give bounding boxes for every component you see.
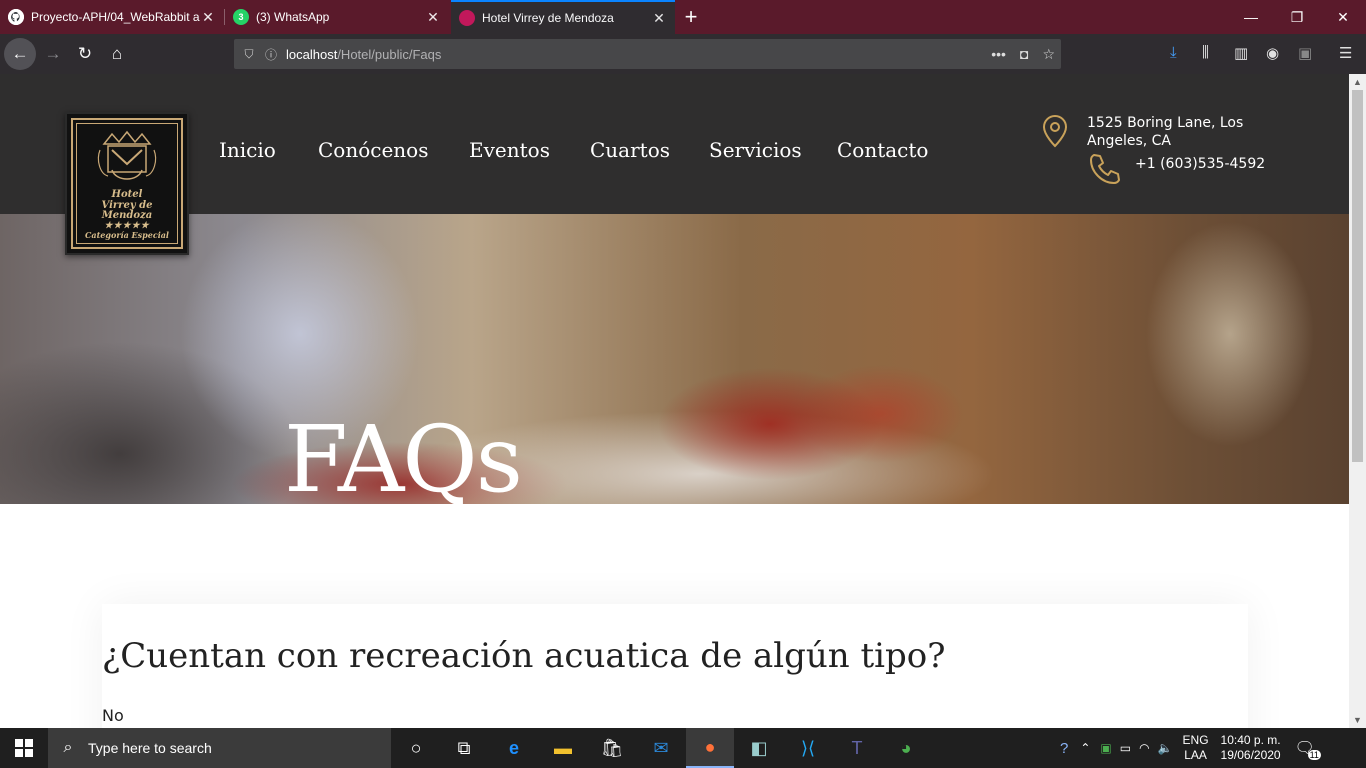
clock[interactable]: 10:40 p. m. 19/06/2020 [1221,733,1281,763]
url-path: /Hotel/public/Faqs [337,46,442,62]
hotel-logo[interactable]: Hotel Virrey de Mendoza ★★★★★ Categoría … [65,112,189,255]
faq-answer: No [102,706,124,725]
volume-icon[interactable]: 🔈 [1158,741,1173,755]
clock-time: 10:40 p. m. [1220,733,1281,747]
tab-title: Proyecto-APH/04_WebRabbit a [31,10,200,24]
forward-arrow-icon[interactable]: → [37,38,69,70]
help-icon[interactable]: ? [1060,740,1068,757]
hero-banner: FAQs [0,214,1349,504]
menu-cuartos[interactable]: Cuartos [590,138,670,162]
chevron-up-icon[interactable]: ⌃ [1080,741,1090,755]
back-arrow-icon[interactable]: ← [4,38,36,70]
reload-icon[interactable]: ↻ [69,38,101,70]
bookmark-star-icon[interactable]: ☆ [1042,46,1055,63]
search-icon: ⌕ [63,739,73,756]
firefox-icon[interactable]: ● [686,728,734,768]
logo-line-2: Virrey de Mendoza [101,199,153,221]
tab-hotel[interactable]: Hotel Virrey de Mendoza ✕ [451,0,675,34]
close-window-icon[interactable]: ✕ [1320,0,1366,34]
scroll-down-icon[interactable]: ▼ [1349,712,1366,728]
store-icon[interactable]: 🛍 [588,728,636,768]
browser-tab-bar: Proyecto-APH/04_WebRabbit a ✕ 3 (3) What… [0,0,1366,34]
windows-start-icon[interactable] [0,728,48,768]
page-viewport: Inicio Conócenos Eventos Cuartos Servici… [0,74,1349,728]
menu-contacto[interactable]: Contacto [837,138,928,162]
info-icon[interactable]: ⓘ [260,46,282,63]
file-explorer-icon[interactable]: ▬ [539,728,587,768]
teams-icon[interactable]: T [833,728,881,768]
pocket-icon[interactable]: ◘ [1020,46,1028,62]
menu-servicios[interactable]: Servicios [709,138,802,162]
tab-github[interactable]: Proyecto-APH/04_WebRabbit a ✕ [0,0,224,34]
close-tab-icon[interactable]: ✕ [651,10,667,27]
page-scrollbar[interactable]: ▲ ▼ [1349,74,1366,728]
wifi-icon[interactable]: ◠ [1139,741,1149,755]
extension-icon[interactable]: ▣ [1298,44,1312,62]
close-tab-icon[interactable]: ✕ [425,9,441,26]
hotel-favicon [459,10,475,26]
shield-icon[interactable]: ⛉ [238,47,260,62]
faq-question: ¿Cuentan con recreación acuatica de algú… [102,636,946,676]
clock-date: 19/06/2020 [1220,748,1281,762]
menu-eventos[interactable]: Eventos [469,138,550,162]
menu-inicio[interactable]: Inicio [219,138,276,162]
tab-whatsapp[interactable]: 3 (3) WhatsApp ✕ [225,0,449,34]
home-icon[interactable]: ⌂ [101,38,133,70]
url-bar[interactable]: ⛉ ⓘ localhost/Hotel/public/Faqs ••• ◘ ☆ [234,39,1061,69]
restore-icon[interactable]: ❐ [1274,0,1320,34]
search-placeholder: Type here to search [88,740,212,756]
account-icon[interactable]: ◉ [1266,44,1279,62]
download-icon[interactable]: ⤓ [1170,44,1177,61]
page-title: FAQs [284,406,523,505]
scrollbar-thumb[interactable] [1352,90,1363,462]
new-tab-button[interactable]: + [677,0,705,34]
notification-count: 11 [1307,750,1321,760]
url-host: localhost [286,46,338,62]
notifications-icon[interactable]: 🗨 11 [1295,738,1321,760]
location-pin-icon [1041,114,1069,153]
crown-shield-icon [97,130,157,180]
taskbar-search-box[interactable]: ⌕ Type here to search [48,728,391,768]
cortana-icon[interactable]: ○ [392,728,440,768]
sidebar-icon[interactable]: ▥ [1234,44,1248,62]
language-bottom: LAA [1184,748,1207,762]
phone-icon [1088,152,1122,191]
tab-title: (3) WhatsApp [256,10,330,24]
vscode-icon[interactable]: ⟩⟨ [784,728,832,768]
phone-number: +1 (603)535-4592 [1135,156,1266,172]
system-tray: ? ⌃ ▣ ▭ ◠ 🔈 ENG LAA 10:40 p. m. 19/06/20… [1060,728,1321,768]
language-top: ENG [1182,733,1209,747]
site-header: Inicio Conócenos Eventos Cuartos Servici… [0,74,1349,214]
minimize-icon[interactable]: — [1228,0,1274,34]
close-tab-icon[interactable]: ✕ [200,9,216,26]
app-tray-icon[interactable]: ▣ [1100,741,1111,755]
faq-card: ¿Cuentan con recreación acuatica de algú… [102,604,1248,728]
more-actions-icon[interactable]: ••• [991,46,1006,62]
scroll-up-icon[interactable]: ▲ [1349,74,1366,90]
edge-icon[interactable]: e [490,728,538,768]
mail-icon[interactable]: ✉ [637,728,685,768]
logo-line-3: Categoría Especial [85,229,169,240]
address: 1525 Boring Lane, Los Angeles, CA [1087,114,1243,150]
library-icon[interactable]: ⫼ [1202,44,1209,61]
logo-line-1: Hotel [111,189,143,200]
language-indicator[interactable]: ENG LAA [1183,733,1209,763]
task-view-icon[interactable]: ⧉ [440,728,488,768]
whatsapp-icon: 3 [233,9,249,25]
hamburger-menu-icon[interactable]: ☰ [1339,44,1352,62]
address-line-1: 1525 Boring Lane, Los [1087,115,1244,131]
notes-app-icon[interactable]: ◧ [735,728,783,768]
chrome-icon[interactable]: ◕ [882,728,930,768]
battery-icon[interactable]: ▭ [1120,741,1131,755]
windows-taskbar: ⌕ Type here to search ○ ⧉ e ▬ 🛍 ✉ ● ◧ ⟩⟨… [0,728,1366,768]
tab-title: Hotel Virrey de Mendoza [482,11,614,25]
browser-nav-bar: ← → ↻ ⌂ ⛉ ⓘ localhost/Hotel/public/Faqs … [0,34,1366,74]
menu-conocenos[interactable]: Conócenos [318,138,429,162]
address-line-2: Angeles, CA [1087,133,1171,149]
github-icon [8,9,24,25]
